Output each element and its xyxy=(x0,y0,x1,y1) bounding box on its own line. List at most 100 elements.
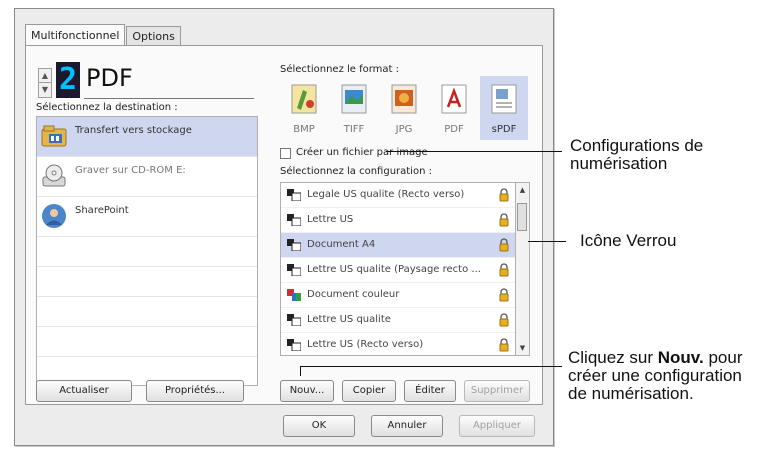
new-callout-leader xyxy=(300,366,562,367)
new-callout: Cliquez sur Nouv. pour créer une configu… xyxy=(568,349,742,403)
refresh-button[interactable]: Actualiser xyxy=(36,380,132,402)
new-callout-line2: créer une configuration xyxy=(568,366,742,385)
tab-bar: Multifonctionnel Options xyxy=(25,23,182,46)
destination-label-text: Transfert vers stockage xyxy=(75,125,192,136)
configuration-name: Lettre US (Recto verso) xyxy=(307,339,424,350)
new-button[interactable]: Nouv... xyxy=(280,380,334,402)
config-icon xyxy=(287,189,301,201)
lock-icon xyxy=(499,188,509,202)
button-number-display: 2 xyxy=(56,62,80,98)
new-callout-line3: de numérisation. xyxy=(568,384,694,403)
apply-button[interactable]: Appliquer xyxy=(459,415,535,437)
format-label: Sélectionnez le format : xyxy=(280,64,400,75)
storage-folder-icon xyxy=(41,125,67,147)
new-callout-leader-vertical xyxy=(300,366,301,376)
current-format-title: PDF xyxy=(86,64,133,92)
cancel-button[interactable]: Annuler xyxy=(371,415,443,437)
lock-icon xyxy=(499,313,509,327)
format-option-jpg[interactable]: JPG xyxy=(380,76,428,140)
config-icon xyxy=(287,264,301,276)
list-item[interactable]: Legale US qualite (Recto verso) xyxy=(281,183,515,208)
jpg-icon xyxy=(391,84,417,114)
copy-button[interactable]: Copier xyxy=(342,380,396,402)
spinner-down-icon[interactable]: ▼ xyxy=(39,83,51,97)
config-callout-line1: Configurations de xyxy=(570,136,704,155)
list-item-empty xyxy=(37,237,257,267)
tab-multifunction[interactable]: Multifonctionnel xyxy=(25,24,126,46)
list-item[interactable]: Document A4 xyxy=(281,233,515,258)
bmp-icon xyxy=(291,84,317,114)
configuration-name: Lettre US xyxy=(307,214,354,225)
list-item[interactable]: Lettre US (Recto verso) xyxy=(281,333,515,355)
list-item-empty xyxy=(37,297,257,327)
list-item[interactable]: Lettre US qualite (Paysage recto ... xyxy=(281,258,515,283)
format-name: BMP xyxy=(293,124,315,135)
spdf-icon xyxy=(491,84,517,114)
checkbox-label: Créer un fichier par image xyxy=(296,147,428,158)
cd-rom-icon xyxy=(42,164,66,187)
lock-icon xyxy=(499,213,509,227)
lock-icon xyxy=(499,263,509,277)
list-item[interactable]: Lettre US xyxy=(281,208,515,233)
lock-callout-leader xyxy=(528,241,566,242)
configuration-name: Document A4 xyxy=(307,239,376,250)
pdf-icon xyxy=(441,84,467,114)
configuration-list[interactable]: Legale US qualite (Recto verso) Lettre U… xyxy=(280,182,516,356)
config-icon xyxy=(287,339,301,351)
format-option-bmp[interactable]: BMP xyxy=(280,76,328,140)
onetouch-dialog: Multifonctionnel Options ▲ ▼ 2 PDF Sélec… xyxy=(14,8,554,446)
button-spinner[interactable]: ▲ ▼ xyxy=(38,68,52,98)
format-option-pdf[interactable]: PDF xyxy=(430,76,478,140)
config-callout: Configurations de numérisation xyxy=(570,137,703,173)
properties-button[interactable]: Propriétés... xyxy=(146,380,244,402)
config-icon xyxy=(287,239,301,251)
color-config-icon xyxy=(287,289,301,301)
lock-icon xyxy=(499,338,509,352)
scroll-down-icon[interactable]: ▼ xyxy=(516,341,529,355)
delete-button[interactable]: Supprimer xyxy=(464,380,530,402)
lock-icon xyxy=(499,288,509,302)
scroll-thumb[interactable] xyxy=(517,203,527,231)
edit-button[interactable]: Éditer xyxy=(404,380,456,402)
list-item[interactable]: SharePoint xyxy=(37,197,257,237)
destination-label: Sélectionnez la destination : xyxy=(36,102,178,113)
list-item[interactable]: Transfert vers stockage xyxy=(37,117,257,157)
title-divider xyxy=(84,98,254,99)
list-item-empty xyxy=(37,267,257,297)
configuration-label: Sélectionnez la configuration : xyxy=(280,166,432,177)
format-name: sPDF xyxy=(491,124,517,135)
destination-label-text: SharePoint xyxy=(75,205,129,216)
new-callout-line1: Cliquez sur Nouv. pour xyxy=(568,348,743,367)
sharepoint-icon xyxy=(42,204,66,228)
scroll-up-icon[interactable]: ▲ xyxy=(516,183,529,197)
configuration-scrollbar[interactable]: ▲ ▼ xyxy=(516,182,530,356)
config-callout-leader xyxy=(386,151,562,152)
format-option-spdf[interactable]: sPDF xyxy=(480,76,528,140)
configuration-name: Legale US qualite (Recto verso) xyxy=(307,189,465,200)
destination-label-text: Graver sur CD-ROM E: xyxy=(75,165,186,176)
configuration-name: Lettre US qualite xyxy=(307,314,391,325)
format-name: PDF xyxy=(444,124,464,135)
list-item-empty xyxy=(37,327,257,357)
config-callout-line2: numérisation xyxy=(570,154,668,173)
configuration-name: Lettre US qualite (Paysage recto ... xyxy=(307,264,481,275)
tab-options[interactable]: Options xyxy=(126,26,181,45)
tiff-icon xyxy=(341,84,367,114)
one-file-per-image-checkbox[interactable] xyxy=(280,148,291,159)
destination-list[interactable]: Transfert vers stockage Graver sur CD-RO… xyxy=(36,116,258,386)
lock-icon xyxy=(499,238,509,252)
tab-panel: ▲ ▼ 2 PDF Sélectionnez la destination : … xyxy=(25,45,543,405)
format-selector[interactable]: BMP TIFF JPG PDF sPDF xyxy=(280,76,530,140)
ok-button[interactable]: OK xyxy=(283,415,355,437)
format-name: JPG xyxy=(395,124,413,135)
format-name: TIFF xyxy=(343,124,365,135)
format-option-tiff[interactable]: TIFF xyxy=(330,76,378,140)
list-item[interactable]: Document couleur xyxy=(281,283,515,308)
lock-callout: Icône Verrou xyxy=(580,231,677,250)
config-icon xyxy=(287,214,301,226)
configuration-name: Document couleur xyxy=(307,289,400,300)
list-item[interactable]: Lettre US qualite xyxy=(281,308,515,333)
list-item[interactable]: Graver sur CD-ROM E: xyxy=(37,157,257,197)
spinner-up-icon[interactable]: ▲ xyxy=(39,69,51,83)
config-icon xyxy=(287,314,301,326)
